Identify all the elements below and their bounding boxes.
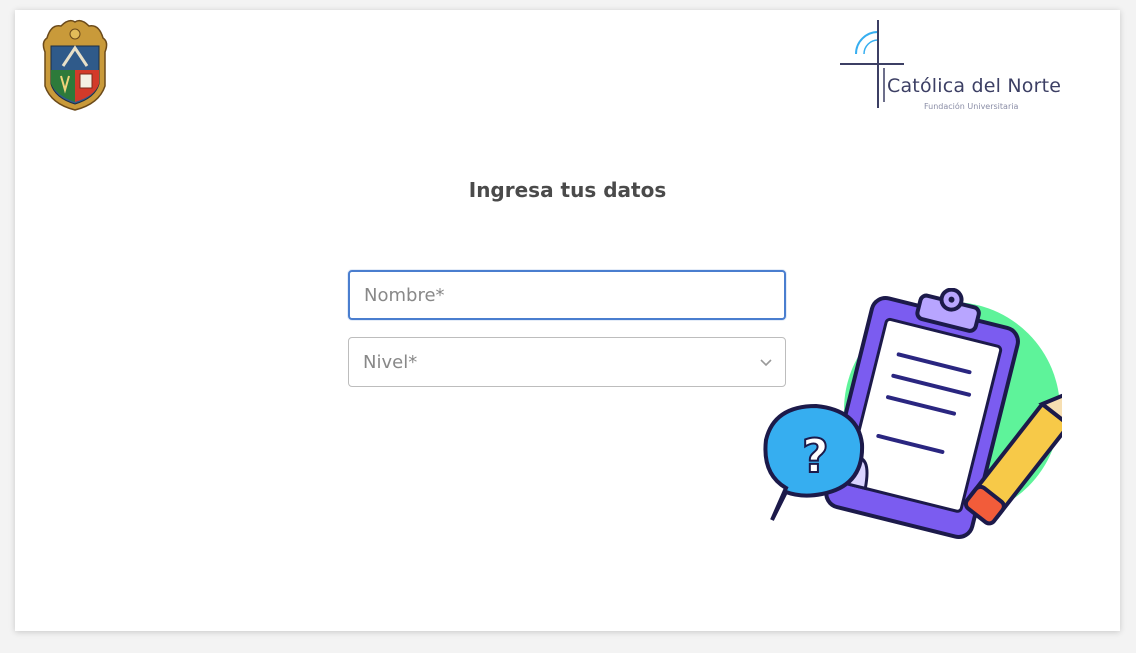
level-select[interactable]: Nivel* (348, 337, 786, 387)
login-card: Católica del Norte Fundación Universitar… (15, 10, 1120, 631)
logo-subtitle: Fundación Universitaria (924, 102, 1019, 111)
level-select-value: Nivel* (363, 352, 418, 373)
logo-name: Católica del Norte (887, 75, 1062, 97)
svg-text:?: ? (802, 429, 829, 483)
name-field[interactable] (348, 270, 786, 320)
name-input[interactable] (350, 272, 784, 318)
page-title: Ingresa tus datos (468, 178, 667, 202)
university-crest-icon (42, 19, 108, 111)
catolica-del-norte-logo: Católica del Norte Fundación Universitar… (838, 18, 1078, 114)
clipboard-question-illustration: ? (763, 288, 1062, 539)
